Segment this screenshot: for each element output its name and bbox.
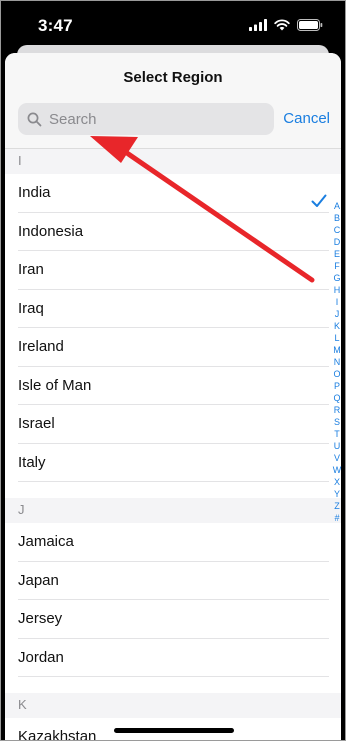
row-divider <box>18 676 329 677</box>
region-label: Ireland <box>18 338 64 355</box>
region-row-japan[interactable]: Japan <box>5 561 341 600</box>
region-row-iran[interactable]: Iran <box>5 251 341 290</box>
region-row-isle-of-man[interactable]: Isle of Man <box>5 366 341 405</box>
index-letter-f[interactable]: F <box>334 260 340 272</box>
section-letter: I <box>18 153 22 168</box>
index-letter-h[interactable]: H <box>334 284 341 296</box>
region-label: India <box>18 184 51 201</box>
region-row-italy[interactable]: Italy <box>5 443 341 482</box>
index-letter-y[interactable]: Y <box>334 488 340 500</box>
index-letter-w[interactable]: W <box>333 464 342 476</box>
section-spacer <box>5 677 341 693</box>
region-label: Jordan <box>18 648 64 666</box>
region-row-jordan[interactable]: Jordan <box>5 638 341 677</box>
status-icons <box>249 18 323 36</box>
search-bar[interactable] <box>18 103 274 135</box>
region-label: Indonesia <box>18 222 84 240</box>
home-indicator <box>114 728 234 733</box>
region-row-jersey[interactable]: Jersey <box>5 600 341 639</box>
index-letter-l[interactable]: L <box>334 332 339 344</box>
region-row-israel[interactable]: Israel <box>5 405 341 444</box>
index-letter-z[interactable]: Z <box>334 500 340 512</box>
index-letter-i[interactable]: I <box>336 296 339 308</box>
index-letter-c[interactable]: C <box>334 224 341 236</box>
region-label: Kazakhstan <box>18 728 97 741</box>
index-letter-o[interactable]: O <box>333 368 340 380</box>
search-input[interactable] <box>47 109 261 129</box>
index-letter-j[interactable]: J <box>335 308 340 320</box>
index-letter-r[interactable]: R <box>334 404 341 416</box>
index-letter-a[interactable]: A <box>334 200 340 212</box>
region-label: Iran <box>18 261 44 278</box>
search-icon <box>27 112 42 127</box>
index-letter-e[interactable]: E <box>334 248 340 260</box>
index-letter-d[interactable]: D <box>334 236 341 248</box>
sheet-title: Select Region <box>123 69 223 86</box>
index-letter-v[interactable]: V <box>334 452 340 464</box>
region-label: Israel <box>18 415 55 432</box>
index-letter-m[interactable]: M <box>333 344 341 356</box>
signal-icon <box>249 18 267 36</box>
region-row-indonesia[interactable]: Indonesia <box>5 212 341 251</box>
section-spacer <box>5 482 341 498</box>
section-letter: K <box>18 697 27 712</box>
index-letter-b[interactable]: B <box>334 212 340 224</box>
region-row-india[interactable]: India <box>5 174 341 213</box>
region-label: Italy <box>18 453 46 471</box>
region-label: Japan <box>18 571 59 589</box>
section-letter: J <box>18 502 25 517</box>
index-letter-hash[interactable]: # <box>334 512 339 524</box>
region-row-ireland[interactable]: Ireland <box>5 328 341 367</box>
region-row-jamaica[interactable]: Jamaica <box>5 523 341 562</box>
index-letter-x[interactable]: X <box>334 476 340 488</box>
index-letter-p[interactable]: P <box>334 380 340 392</box>
index-letter-s[interactable]: S <box>334 416 340 428</box>
region-label: Jersey <box>18 610 63 627</box>
section-header-k: K <box>5 693 341 718</box>
row-divider <box>18 481 329 482</box>
index-letter-k[interactable]: K <box>334 320 340 332</box>
wifi-icon <box>274 18 290 36</box>
battery-icon <box>297 18 323 36</box>
section-index-bar[interactable]: A B C D E F G H I J K L M N O P Q R S T … <box>331 200 343 524</box>
sheet-header: Select Region Cancel <box>5 53 341 149</box>
region-row-iraq[interactable]: Iraq <box>5 289 341 328</box>
phone-screen: 3:47 Select Region Search Cancel I India… <box>0 0 346 741</box>
region-label: Iraq <box>18 299 44 317</box>
index-letter-g[interactable]: G <box>333 272 340 284</box>
index-letter-n[interactable]: N <box>334 356 341 368</box>
index-letter-t[interactable]: T <box>334 428 340 440</box>
status-time: 3:47 <box>38 16 73 35</box>
index-letter-u[interactable]: U <box>334 440 341 452</box>
index-letter-q[interactable]: Q <box>333 392 340 404</box>
section-header-i: I <box>5 149 341 174</box>
section-header-j: J <box>5 498 341 523</box>
region-list: I India Indonesia Iran Iraq Ireland Isle… <box>5 149 341 741</box>
cancel-button[interactable]: Cancel <box>283 110 330 127</box>
region-label: Isle of Man <box>18 376 92 394</box>
status-bar: 3:47 <box>1 1 345 49</box>
region-label: Jamaica <box>18 533 74 550</box>
select-region-sheet: Select Region Cancel I India <box>5 53 341 741</box>
